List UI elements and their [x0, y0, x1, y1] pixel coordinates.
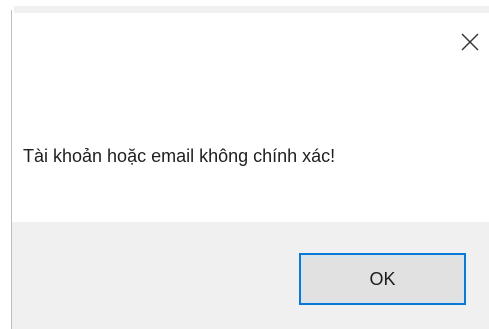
title-bar: [0, 0, 489, 14]
close-icon: [461, 33, 479, 51]
close-button[interactable]: [452, 24, 488, 60]
dialog-content: [12, 14, 489, 222]
ok-button[interactable]: OK: [299, 253, 466, 305]
ok-button-label: OK: [369, 268, 396, 289]
dialog-message: Tài khoản hoặc email không chính xác!: [23, 146, 336, 166]
title-bar-strip: [14, 6, 489, 13]
message-dialog: Tài khoản hoặc email không chính xác! OK: [0, 0, 489, 329]
